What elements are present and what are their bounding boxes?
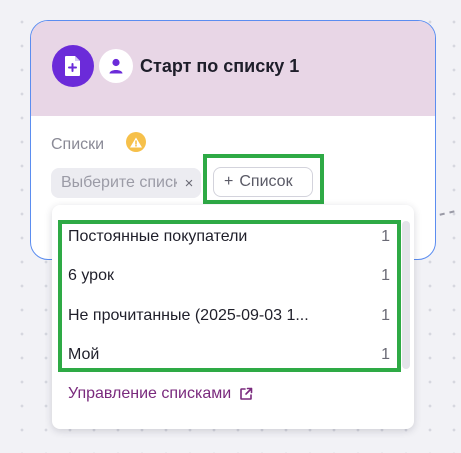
- list-item[interactable]: Мой 1: [68, 340, 390, 370]
- lists-label: Списки: [51, 136, 105, 153]
- list-item-name: Мой: [68, 346, 100, 363]
- user-icon: [99, 49, 133, 83]
- list-item[interactable]: 6 урок 1: [68, 261, 390, 291]
- add-list-label: Список: [239, 173, 293, 190]
- add-list-button[interactable]: + Список: [213, 167, 313, 197]
- manage-lists-label: Управление списками: [68, 385, 232, 402]
- list-item-name: Постоянные покупатели: [68, 228, 248, 245]
- list-item-count: 1: [381, 346, 390, 363]
- list-item[interactable]: Не прочитанные (2025-09-03 1... 1: [68, 301, 390, 331]
- list-item-count: 1: [381, 267, 390, 284]
- manage-lists-link[interactable]: Управление списками: [68, 385, 253, 403]
- external-link-icon: [240, 387, 253, 400]
- lists-dropdown: Постоянные покупатели 1 6 урок 1 Не проч…: [52, 205, 414, 429]
- dropdown-scrollbar[interactable]: [402, 221, 410, 369]
- list-item-count: 1: [381, 307, 390, 324]
- list-item[interactable]: Постоянные покупатели 1: [68, 222, 390, 252]
- dropdown-list: Постоянные покупатели 1 6 урок 1 Не проч…: [52, 205, 406, 371]
- lists-select[interactable]: Выберите списки ×: [51, 168, 201, 198]
- node-title: Старт по списку 1: [140, 56, 300, 76]
- list-item-name: Не прочитанные (2025-09-03 1...: [68, 307, 309, 324]
- select-placeholder: Выберите списки: [61, 174, 177, 191]
- plus-icon: +: [224, 173, 234, 190]
- node-header: Старт по списку 1: [31, 21, 435, 116]
- list-item-count: 1: [381, 228, 390, 245]
- clear-icon[interactable]: ×: [177, 168, 201, 198]
- warning-triangle-icon: [126, 132, 146, 152]
- list-item-name: 6 урок: [68, 267, 114, 284]
- document-plus-icon: [52, 45, 94, 87]
